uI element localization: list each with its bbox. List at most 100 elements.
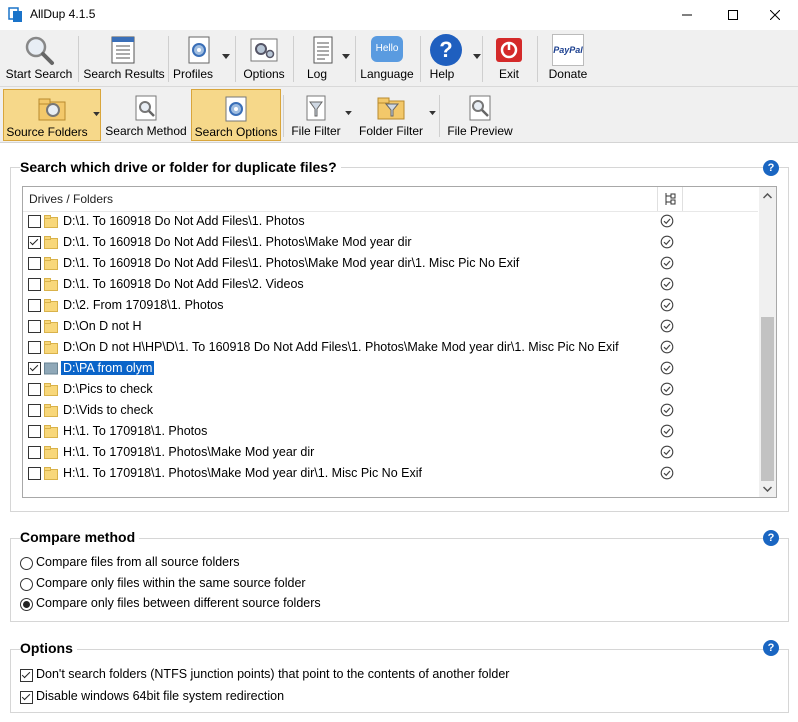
profiles-dropdown-arrow-icon[interactable] (222, 54, 230, 60)
source-folders-icon (38, 98, 66, 121)
folder-checkbox[interactable] (28, 320, 41, 333)
file-filter-dropdown-arrow-icon[interactable] (345, 111, 352, 116)
folder-checkbox[interactable] (28, 215, 41, 228)
folder-path: D:\1. To 160918 Do Not Add Files\1. Phot… (63, 214, 305, 228)
file-preview-tab[interactable]: File Preview (444, 89, 516, 141)
language-button[interactable]: Hello Language (358, 30, 416, 86)
folder-checkbox[interactable] (28, 425, 41, 438)
radio-same-folder[interactable] (20, 578, 33, 591)
folder-row[interactable]: D:\PA from olym (23, 358, 758, 379)
folder-row[interactable]: H:\1. To 170918\1. Photos\Make Mod year … (23, 463, 758, 484)
drives-folders-column-header[interactable]: Drives / Folders (29, 192, 113, 206)
checkbox-64bit-redirection[interactable] (20, 691, 33, 704)
log-dropdown-arrow-icon[interactable] (342, 54, 350, 60)
help-dropdown-arrow-icon[interactable] (473, 54, 481, 60)
folder-row[interactable]: D:\Pics to check (23, 379, 758, 400)
folder-filter-dropdown-arrow-icon[interactable] (429, 111, 436, 116)
title-bar: AllDup 4.1.5 (0, 0, 798, 30)
folder-path: H:\1. To 170918\1. Photos (63, 424, 208, 438)
vertical-scrollbar[interactable] (759, 187, 776, 497)
folder-row[interactable]: D:\1. To 160918 Do Not Add Files\1. Phot… (23, 253, 758, 274)
close-button[interactable] (752, 0, 798, 30)
folder-checkbox[interactable] (28, 299, 41, 312)
start-search-button[interactable]: Start Search (2, 30, 76, 86)
folder-checkbox[interactable] (28, 257, 41, 270)
folder-icon (44, 257, 58, 270)
check-circle-icon (660, 466, 674, 480)
folder-checkbox[interactable] (28, 467, 41, 480)
scroll-up-icon[interactable] (763, 193, 772, 199)
folder-icon (44, 320, 58, 333)
folder-path: D:\1. To 160918 Do Not Add Files\2. Vide… (63, 277, 304, 291)
folder-icon (44, 236, 58, 249)
folder-row[interactable]: D:\1. To 160918 Do Not Add Files\1. Phot… (23, 211, 758, 232)
folder-row[interactable]: H:\1. To 170918\1. Photos\Make Mod year … (23, 442, 758, 463)
file-filter-tab[interactable]: File Filter (287, 89, 352, 141)
folder-filter-funnel-icon (377, 97, 405, 120)
options-gears-icon (250, 38, 278, 62)
folder-checkbox[interactable] (28, 278, 41, 291)
search-method-tab[interactable]: Search Method (104, 89, 188, 141)
folder-path: D:\On D not H (63, 319, 142, 333)
check-circle-icon (660, 424, 674, 438)
folder-row[interactable]: H:\1. To 170918\1. Photos (23, 421, 758, 442)
profiles-gear-icon (188, 36, 210, 64)
radio-different-folders[interactable] (20, 598, 33, 611)
folder-path: D:\PA from olym (61, 361, 155, 375)
folder-icon (44, 278, 58, 291)
exit-button[interactable]: Exit (485, 30, 533, 86)
folder-icon (44, 215, 58, 228)
magnifier-icon (25, 36, 54, 65)
paypal-icon: PayPal (552, 34, 584, 66)
help-button[interactable]: ? Help (423, 30, 481, 86)
source-section-title: Search which drive or folder for duplica… (20, 159, 341, 175)
file-filter-funnel-icon (306, 95, 326, 121)
search-method-icon (135, 95, 157, 121)
folder-path: D:\Pics to check (63, 382, 153, 396)
folder-filter-tab[interactable]: Folder Filter (355, 89, 436, 141)
folder-icon (44, 425, 58, 438)
folder-checkbox[interactable] (28, 383, 41, 396)
radio-all-folders[interactable] (20, 557, 33, 570)
check-circle-icon (660, 214, 674, 228)
check-circle-icon (660, 403, 674, 417)
check-circle-icon (660, 235, 674, 249)
options-help-icon[interactable]: ? (763, 640, 779, 656)
log-notepad-icon (313, 36, 333, 64)
folder-path: D:\On D not H\HP\D\1. To 160918 Do Not A… (63, 340, 619, 354)
folder-checkbox[interactable] (28, 404, 41, 417)
folder-row[interactable]: D:\On D not H (23, 316, 758, 337)
folder-checkbox[interactable] (28, 446, 41, 459)
compare-help-icon[interactable]: ? (763, 530, 779, 546)
check-circle-icon (660, 445, 674, 459)
folders-list[interactable]: Drives / Folders D:\1. To 160918 Do Not … (22, 186, 777, 498)
folder-row[interactable]: D:\On D not H\HP\D\1. To 160918 Do Not A… (23, 337, 758, 358)
folder-checkbox[interactable] (28, 362, 41, 375)
scroll-down-icon[interactable] (763, 486, 772, 492)
folder-row[interactable]: D:\1. To 160918 Do Not Add Files\1. Phot… (23, 232, 758, 253)
log-button[interactable]: Log (296, 30, 350, 86)
folder-path: H:\1. To 170918\1. Photos\Make Mod year … (63, 466, 422, 480)
maximize-button[interactable] (710, 0, 756, 30)
status-column-header[interactable] (657, 187, 683, 211)
secondary-toolbar: Source Folders Search Method Search Opti… (0, 87, 798, 143)
profiles-button[interactable]: Profiles (172, 30, 230, 86)
folder-path: D:\1. To 160918 Do Not Add Files\1. Phot… (63, 256, 520, 270)
minimize-button[interactable] (664, 0, 710, 30)
folder-row[interactable]: D:\1. To 160918 Do Not Add Files\2. Vide… (23, 274, 758, 295)
scrollbar-thumb[interactable] (761, 317, 774, 481)
folder-row[interactable]: D:\2. From 170918\1. Photos (23, 295, 758, 316)
options-button[interactable]: Options (238, 30, 290, 86)
search-results-button[interactable]: Search Results (82, 30, 166, 86)
source-folders-dropdown-arrow-icon[interactable] (93, 112, 100, 117)
folder-row[interactable]: D:\Vids to check (23, 400, 758, 421)
check-circle-icon (660, 277, 674, 291)
folder-checkbox[interactable] (28, 236, 41, 249)
donate-button[interactable]: PayPal Donate (540, 30, 596, 86)
source-folders-tab[interactable]: Source Folders (3, 89, 101, 141)
source-help-icon[interactable]: ? (763, 160, 779, 176)
close-icon (770, 10, 780, 20)
search-options-tab[interactable]: Search Options (191, 89, 281, 141)
folder-checkbox[interactable] (28, 341, 41, 354)
checkbox-ntfs-junction[interactable] (20, 669, 33, 682)
